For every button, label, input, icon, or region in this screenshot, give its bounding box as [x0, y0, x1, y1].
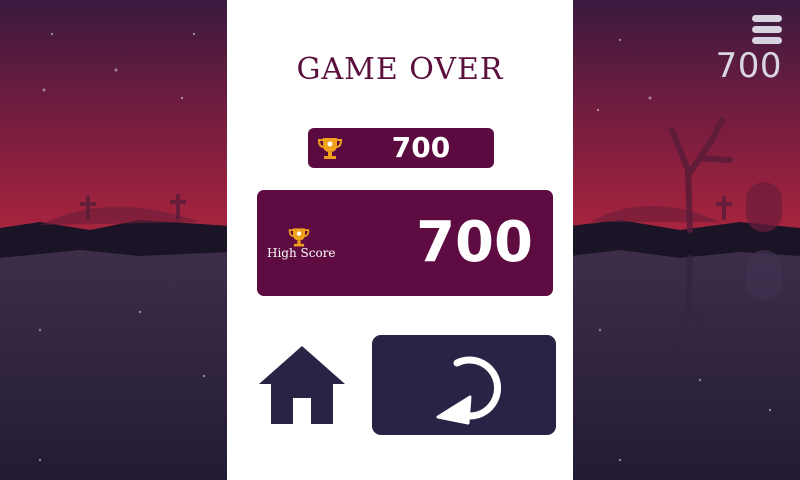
high-score-value: 700: [416, 210, 533, 275]
high-score-box: High Score 700: [257, 190, 553, 296]
game-over-title: GAME OVER: [296, 52, 504, 87]
current-score-box: 700: [308, 128, 494, 168]
current-score-value: 700: [391, 131, 451, 164]
hud-score: 700: [715, 46, 782, 86]
replay-icon: [436, 356, 502, 425]
game-over-panel: GAME OVER 700 High Score 700: [227, 0, 573, 480]
home-icon[interactable]: [257, 344, 347, 426]
replay-button[interactable]: [372, 335, 556, 435]
trophy-icon: [317, 138, 343, 159]
high-score-label: High Score: [267, 246, 336, 260]
hamburger-menu-icon[interactable]: [750, 12, 784, 46]
